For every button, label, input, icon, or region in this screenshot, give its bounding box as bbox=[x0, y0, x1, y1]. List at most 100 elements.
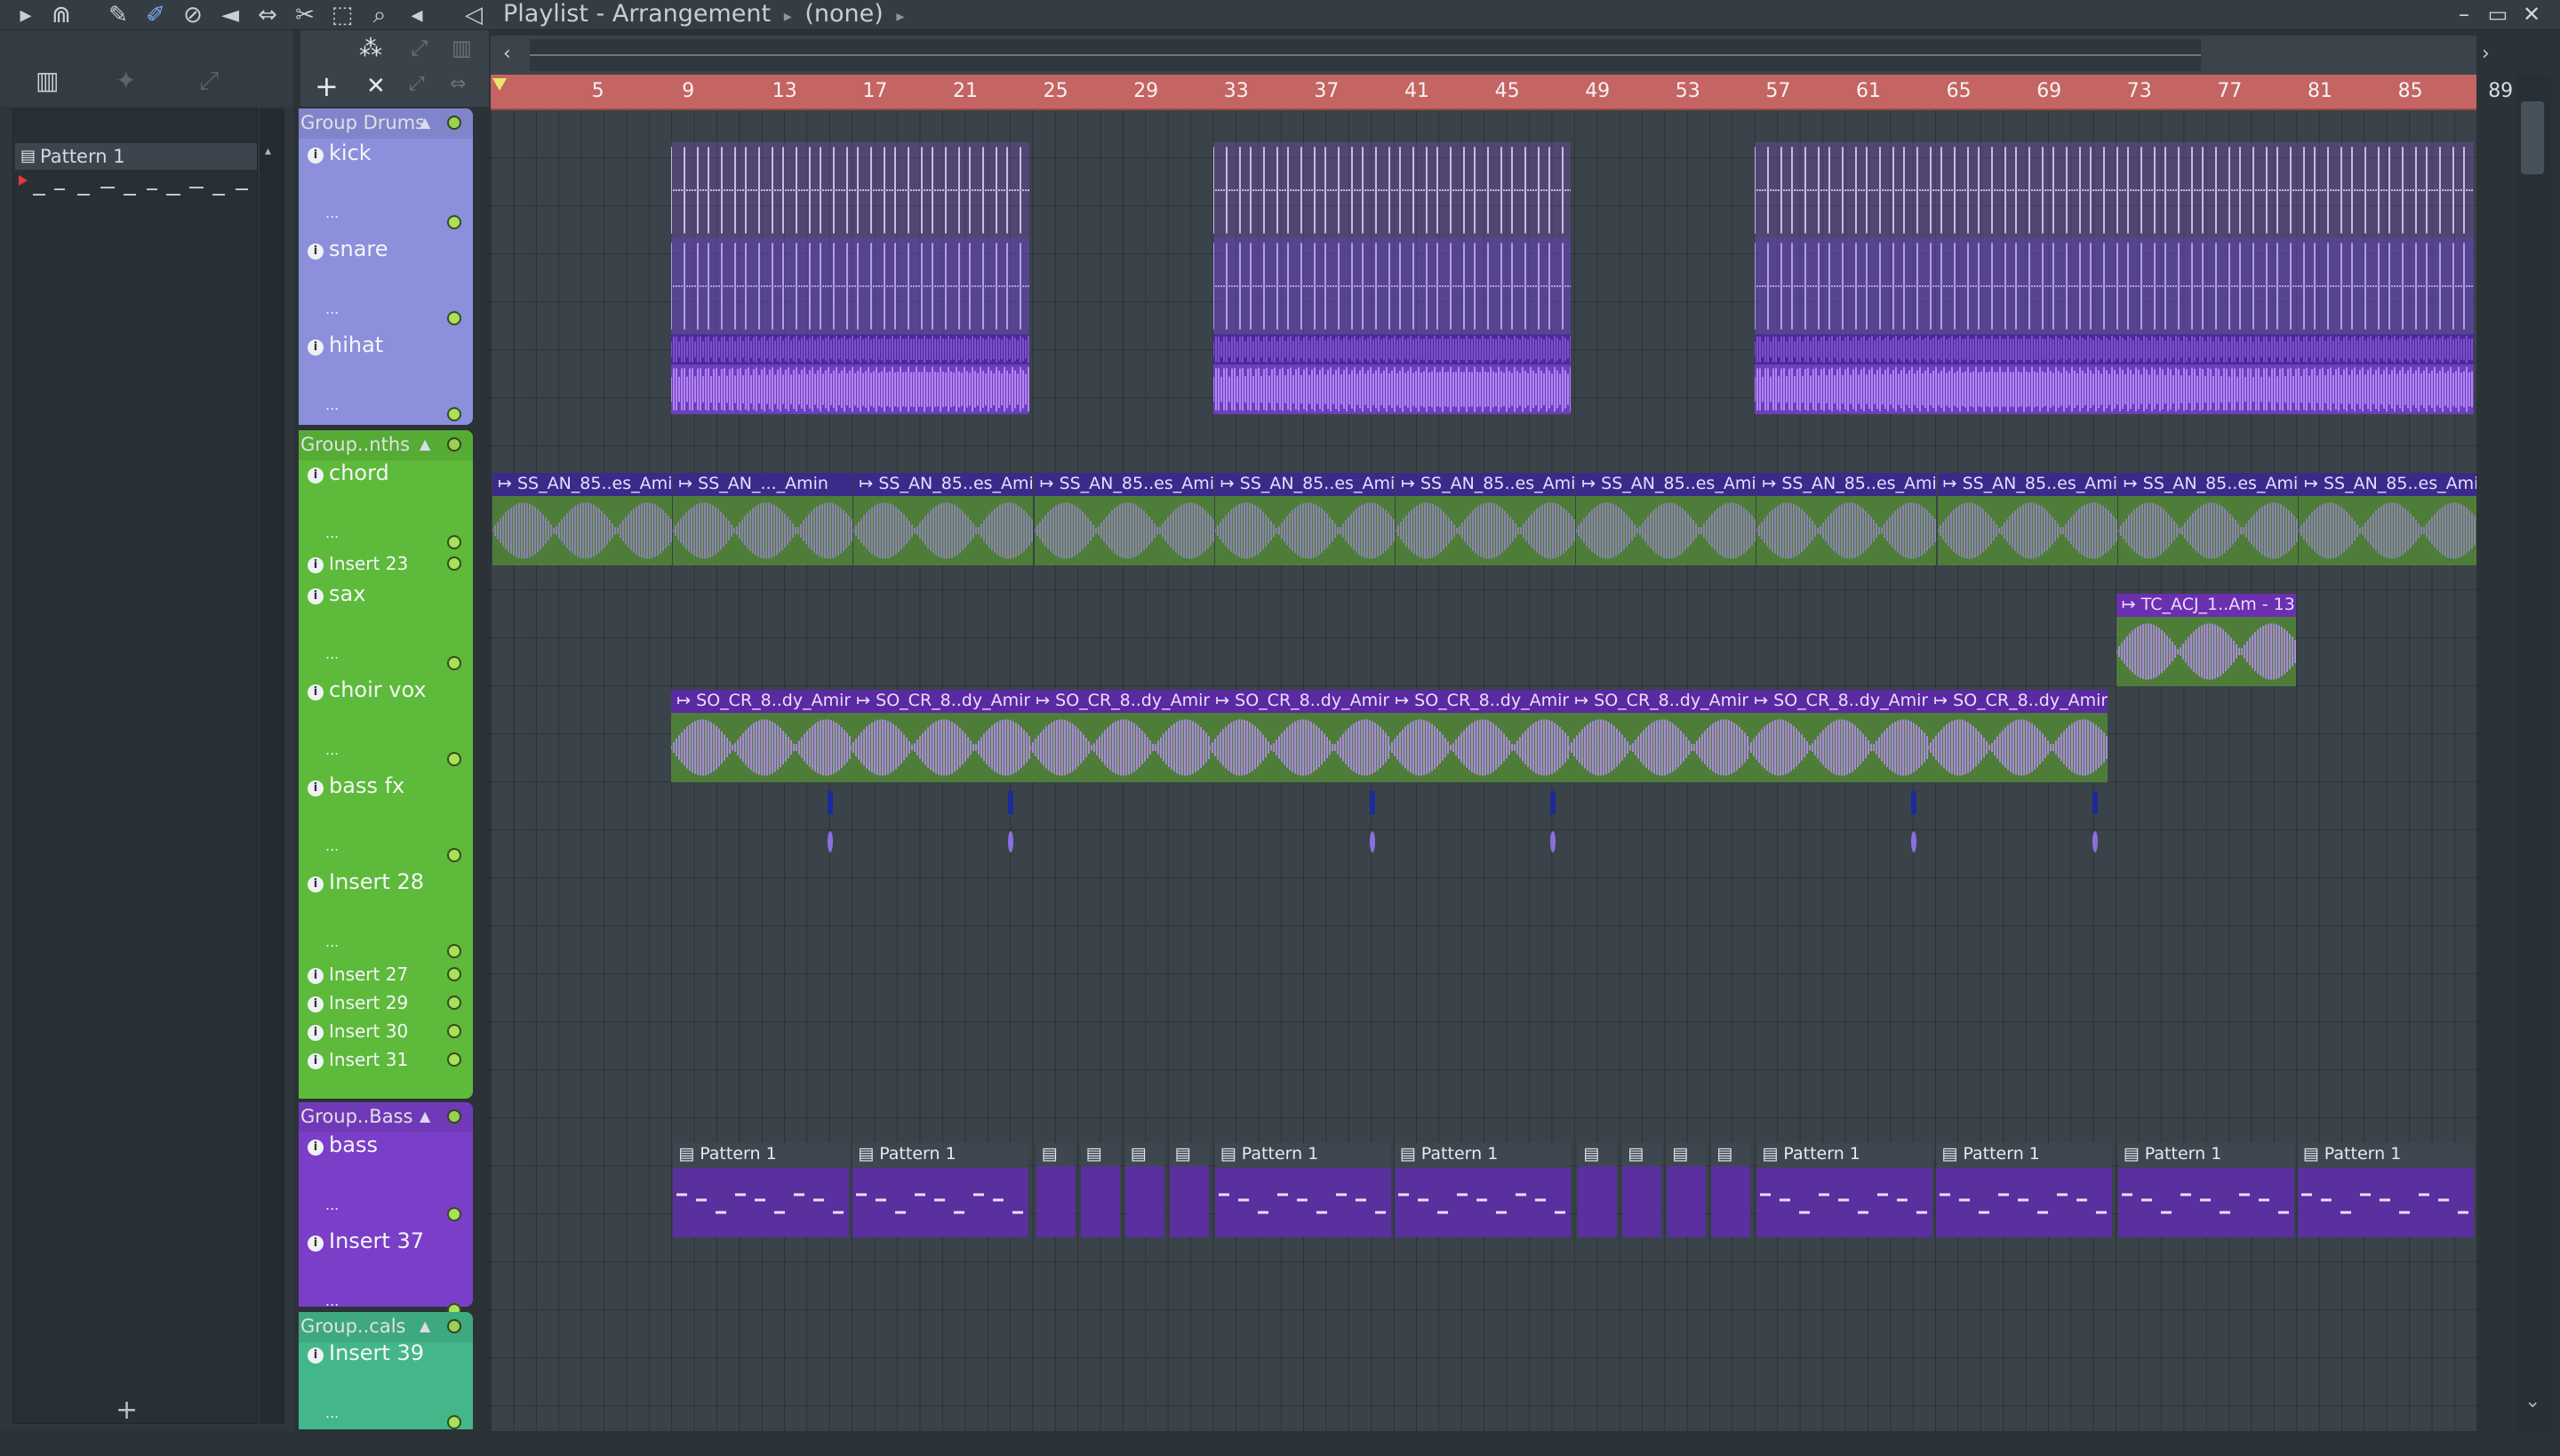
track-label[interactable]: i chord bbox=[308, 460, 389, 485]
bass-fx-tail[interactable] bbox=[826, 828, 835, 855]
picker-scrollbar[interactable]: ▴ bbox=[260, 108, 284, 1424]
bass-pattern-fill[interactable]: ▤ bbox=[1622, 1143, 1662, 1237]
chord-clip[interactable]: ↦ SS_AN_85..es_Amin bbox=[1214, 473, 1395, 565]
clip-menu-icon[interactable]: ↦ bbox=[1574, 691, 1594, 710]
mute-icon[interactable]: ◄ bbox=[215, 2, 245, 28]
pattern-icon[interactable]: ▤ bbox=[1762, 1144, 1783, 1164]
scroll-right-icon[interactable]: › bbox=[2482, 43, 2490, 65]
kick-clip[interactable] bbox=[1212, 142, 1572, 238]
hihat-clip[interactable] bbox=[1212, 334, 1572, 364]
collapse-arrow-icon[interactable]: ▲ bbox=[420, 430, 430, 459]
bass-pattern-fill[interactable]: ▤ bbox=[1711, 1143, 1751, 1237]
chord-clip[interactable]: ↦ SS_AN_..._Amin bbox=[673, 473, 853, 565]
clip-menu-icon[interactable]: ↦ bbox=[2304, 474, 2324, 493]
snare-clip[interactable] bbox=[671, 238, 1029, 334]
slip-icon[interactable]: ⇔ bbox=[252, 2, 283, 28]
track-mute-led[interactable] bbox=[447, 848, 461, 862]
playhead-marker[interactable] bbox=[492, 78, 507, 105]
zoom-icon[interactable]: ⌕ bbox=[364, 2, 395, 28]
track-label[interactable]: i Insert 28 bbox=[308, 869, 424, 894]
choir-clip[interactable]: ↦ SO_CR_8..dy_Amin bbox=[1389, 690, 1570, 782]
kick-clip[interactable] bbox=[1755, 142, 2475, 238]
clip-menu-icon[interactable]: ↦ bbox=[1581, 474, 1601, 493]
group-header[interactable]: Group..nths ▲ bbox=[299, 430, 473, 460]
group-header[interactable]: Group..Bass ▲ bbox=[299, 1102, 473, 1132]
clip-menu-icon[interactable]: ↦ bbox=[2122, 595, 2141, 614]
add-track-button[interactable]: + bbox=[315, 69, 339, 103]
bass-fx-hit[interactable] bbox=[1911, 791, 1917, 814]
track-mute-led[interactable] bbox=[447, 215, 461, 229]
clip-menu-icon[interactable]: ↦ bbox=[859, 474, 878, 493]
playlist-grid[interactable]: ↦ SS_AN_85..es_Amin ↦ SS_AN_..._Amin ↦ SS_… bbox=[491, 110, 2476, 1431]
track-mute-led[interactable] bbox=[447, 1052, 461, 1067]
bass-pattern-fill[interactable]: ▤ bbox=[1169, 1143, 1209, 1237]
collapse-arrow-icon[interactable]: ▲ bbox=[420, 1102, 430, 1131]
clip-menu-icon[interactable]: ↦ bbox=[678, 474, 698, 493]
track-label[interactable]: i Insert 30 bbox=[308, 1020, 408, 1042]
clip-menu-icon[interactable]: ↦ bbox=[1933, 691, 1953, 710]
bass-fx-hit[interactable] bbox=[1369, 791, 1375, 814]
select-icon[interactable]: ⬚ bbox=[327, 2, 357, 28]
bass-pattern-clip[interactable]: ▤ Pattern 1 bbox=[2297, 1143, 2474, 1237]
bass-pattern-fill[interactable]: ▤ bbox=[1124, 1143, 1164, 1237]
chord-clip[interactable]: ↦ SS_AN_85..es_Amin bbox=[1396, 473, 1575, 565]
clip-menu-icon[interactable]: ↦ bbox=[1040, 474, 1060, 493]
group-mute-led[interactable] bbox=[447, 1319, 461, 1333]
remove-track-button[interactable]: ✕ bbox=[366, 73, 386, 100]
clip-menu-icon[interactable]: ↦ bbox=[1220, 474, 1240, 493]
track-mute-led[interactable] bbox=[447, 967, 461, 981]
choir-clip[interactable]: ↦ SO_CR_8..dy_Amin bbox=[671, 690, 852, 782]
choir-clip[interactable]: ↦ SO_CR_8..dy_Amin bbox=[851, 690, 1031, 782]
choir-clip[interactable]: ↦ SO_CR_8..dy_Amin bbox=[1210, 690, 1390, 782]
brush-icon[interactable]: ✐ bbox=[140, 2, 171, 28]
chord-clip[interactable]: ↦ SS_AN_85..es_Amin bbox=[2117, 473, 2298, 565]
pattern-icon[interactable]: ▤ bbox=[858, 1144, 879, 1164]
clip-menu-icon[interactable]: ↦ bbox=[1215, 691, 1235, 710]
waveform-icon[interactable]: ⁂ bbox=[359, 36, 382, 62]
pattern-icon[interactable]: ▤ bbox=[1400, 1144, 1421, 1164]
bass-pattern-clip[interactable]: ▤ Pattern 1 bbox=[852, 1143, 1029, 1237]
horizontal-scroll-strip[interactable] bbox=[0, 1431, 2560, 1456]
track-label[interactable]: i bass bbox=[308, 1132, 378, 1157]
track-mute-led[interactable] bbox=[447, 556, 461, 571]
choir-clip[interactable]: ↦ SO_CR_8..dy_Amin bbox=[1928, 690, 2108, 782]
scroll-thumb[interactable] bbox=[2521, 101, 2544, 174]
bass-pattern-clip[interactable]: ▤ Pattern 1 bbox=[2117, 1143, 2294, 1237]
pattern-icon[interactable]: ▤ bbox=[678, 1144, 700, 1164]
collapse-arrow-icon[interactable]: ▲ bbox=[420, 1312, 430, 1340]
track-mute-led[interactable] bbox=[447, 996, 461, 1010]
pattern-icon[interactable]: ▤ bbox=[2124, 1144, 2145, 1164]
scroll-up-icon[interactable]: ▴ bbox=[265, 144, 271, 158]
bass-fx-tail[interactable] bbox=[1368, 828, 1377, 855]
track-mute-led[interactable] bbox=[447, 1024, 461, 1038]
bass-fx-hit[interactable] bbox=[2092, 791, 2098, 814]
track-label[interactable]: i Insert 29 bbox=[308, 992, 408, 1013]
track-label[interactable]: i Insert 27 bbox=[308, 964, 408, 985]
bass-pattern-clip[interactable]: ▤ Pattern 1 bbox=[673, 1143, 850, 1237]
track-label[interactable]: i hihat bbox=[308, 332, 383, 357]
track-label[interactable]: i kick bbox=[308, 140, 372, 165]
play-arrow-icon[interactable]: ▸ bbox=[11, 2, 41, 28]
hihat-fx-clip[interactable] bbox=[1212, 364, 1572, 414]
scroll-down-icon[interactable]: ⌄ bbox=[2524, 1390, 2540, 1412]
scroll-left-icon[interactable]: ‹ bbox=[503, 43, 511, 65]
pattern-selector[interactable]: (none) bbox=[804, 0, 883, 28]
magnet-icon[interactable]: ⋒ bbox=[46, 2, 76, 28]
hihat-fx-clip[interactable] bbox=[1755, 364, 2475, 414]
bass-pattern-clip[interactable]: ▤ Pattern 1 bbox=[1936, 1143, 2113, 1237]
pattern-icon[interactable]: ▤ bbox=[2303, 1144, 2324, 1164]
bass-pattern-clip[interactable]: ▤ Pattern 1 bbox=[1394, 1143, 1571, 1237]
collapse-arrow-icon[interactable]: ▲ bbox=[420, 108, 430, 137]
bass-fx-tail[interactable] bbox=[2091, 828, 2100, 855]
chord-clip[interactable]: ↦ SS_AN_85..es_Amin bbox=[1756, 473, 1937, 565]
playback-icon[interactable]: ◁ bbox=[459, 2, 489, 28]
snare-clip[interactable] bbox=[1755, 238, 2475, 334]
clip-menu-icon[interactable]: ↦ bbox=[676, 691, 696, 710]
track-label[interactable]: i Insert 37 bbox=[308, 1228, 424, 1253]
choir-clip[interactable]: ↦ SO_CR_8..dy_Amin bbox=[1030, 690, 1211, 782]
hihat-fx-clip[interactable] bbox=[671, 364, 1029, 414]
track-label[interactable]: i Insert 39 bbox=[308, 1340, 424, 1365]
clip-menu-icon[interactable]: ↦ bbox=[1754, 691, 1773, 710]
clip-menu-icon[interactable]: ↦ bbox=[1401, 474, 1420, 493]
track-label[interactable]: i Insert 31 bbox=[308, 1049, 408, 1070]
